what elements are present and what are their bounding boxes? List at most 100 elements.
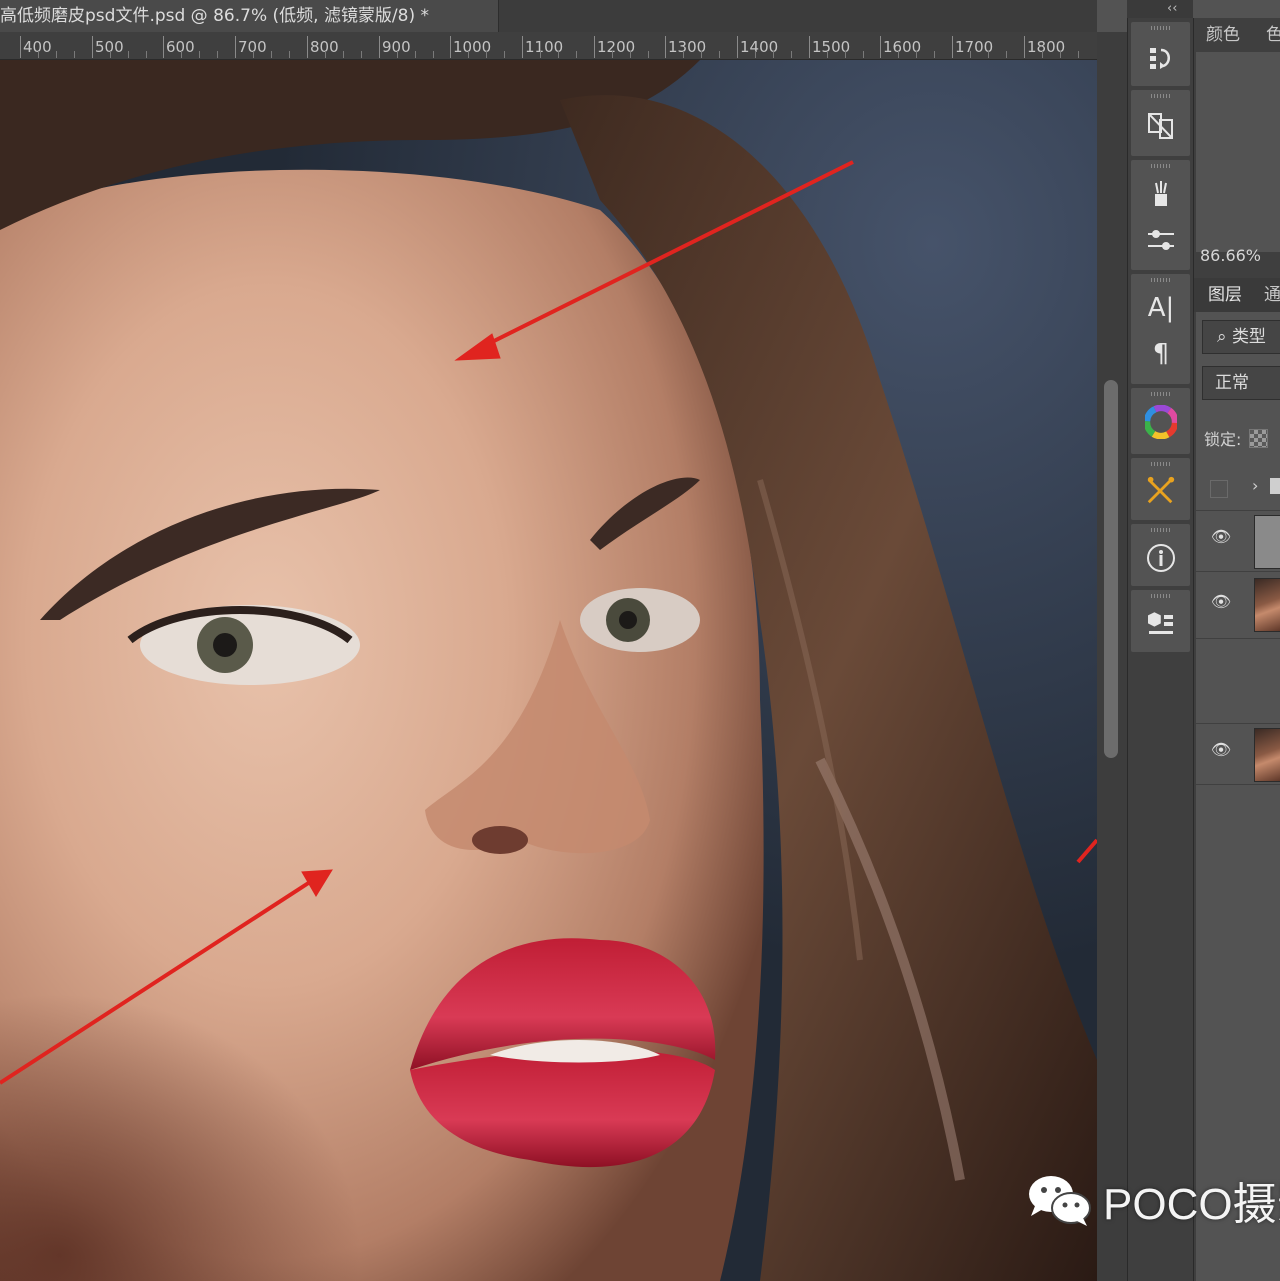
ruler-minor-tick — [289, 51, 290, 58]
grip-handle[interactable] — [1151, 26, 1171, 30]
ruler-major-tick — [880, 36, 881, 58]
properties-icon[interactable] — [1145, 110, 1177, 142]
ruler-minor-tick — [612, 51, 613, 58]
eye-icon[interactable]: 👁 — [1210, 592, 1232, 611]
ruler-major-tick — [20, 36, 21, 58]
chevron-right-icon[interactable]: › — [1252, 476, 1258, 495]
ruler-major-tick — [163, 36, 164, 58]
ruler-minor-tick — [683, 51, 684, 58]
layer-row-background[interactable]: 👁 — [1196, 724, 1280, 785]
layers-panel: ⌕ 类型 正常 锁定: › 👁 👁 👁 — [1196, 312, 1280, 1281]
layer-row-group[interactable]: › — [1196, 466, 1280, 511]
scrollbar-thumb[interactable] — [1104, 380, 1118, 758]
panel-icon-dock: A| ¶ — [1127, 18, 1194, 1281]
tab-layers[interactable]: 图层 — [1208, 278, 1242, 312]
dock-group-type: A| ¶ — [1131, 274, 1190, 384]
paragraph-icon[interactable]: ¶ — [1145, 338, 1177, 370]
ruler-minor-tick — [863, 51, 864, 58]
ruler-major-tick — [737, 36, 738, 58]
ruler-minor-tick — [433, 51, 434, 58]
color-wheel-icon[interactable] — [1145, 405, 1177, 439]
visibility-toggle-empty[interactable] — [1210, 480, 1228, 498]
layer-thumbnail — [1254, 728, 1280, 782]
ruler-major-tick — [952, 36, 953, 58]
watermark: POCO摄影 — [1025, 1168, 1280, 1232]
tab-channels[interactable]: 通 — [1264, 278, 1280, 312]
layer-row-low-frequency[interactable]: 👁 — [1196, 572, 1280, 639]
filter-label: 类型 — [1231, 327, 1266, 347]
grip-handle[interactable] — [1151, 528, 1171, 532]
ruler-minor-tick — [988, 51, 989, 58]
grip-handle[interactable] — [1151, 594, 1171, 598]
ruler-minor-tick — [361, 51, 362, 58]
ruler-minor-tick — [146, 51, 147, 58]
ruler-minor-tick — [199, 51, 200, 58]
ruler-minor-tick — [576, 51, 577, 58]
layer-row-high-frequency[interactable]: 👁 — [1196, 511, 1280, 572]
ruler-major-tick — [809, 36, 810, 58]
lock-row: 锁定: — [1204, 426, 1269, 450]
ruler-minor-tick — [271, 51, 272, 58]
blend-mode-dropdown[interactable]: 正常 — [1202, 366, 1280, 400]
brush-settings-icon[interactable] — [1145, 224, 1177, 256]
dock-group-history — [1131, 22, 1190, 86]
ruler-minor-tick — [38, 51, 39, 58]
dock-group-brushes — [1131, 160, 1190, 270]
lock-transparency-icon[interactable] — [1249, 429, 1269, 448]
layer-filter-dropdown[interactable]: ⌕ 类型 — [1202, 320, 1280, 354]
ruler-minor-tick — [701, 51, 702, 58]
grip-handle[interactable] — [1151, 94, 1171, 98]
tool-presets-icon[interactable] — [1145, 474, 1177, 506]
ruler-minor-tick — [110, 51, 111, 58]
ruler-minor-tick — [1078, 51, 1079, 58]
canvas[interactable] — [0, 60, 1097, 1281]
ruler-minor-tick — [1042, 51, 1043, 58]
ruler-minor-tick — [128, 51, 129, 58]
ruler-minor-tick — [540, 51, 541, 58]
vertical-scrollbar[interactable] — [1097, 32, 1127, 1281]
horizontal-ruler[interactable]: 400 500 600 700 800 900 1000 1100 1200 1300 1400 15… — [0, 32, 1097, 60]
watermark-text: POCO摄影 — [1103, 1180, 1280, 1229]
ruler-minor-tick — [486, 51, 487, 58]
dock-header — [1127, 0, 1193, 18]
ruler-minor-tick — [415, 51, 416, 58]
dock-group-color — [1131, 388, 1190, 454]
document-tab[interactable]: 高低频磨皮psd文件.psd @ 86.7% (低频, 滤镜蒙版/8) * — [0, 0, 499, 32]
grip-handle[interactable] — [1151, 164, 1171, 168]
tab-swatches[interactable]: 色 — [1266, 18, 1280, 52]
dock-group-properties — [1131, 90, 1190, 156]
ruler-minor-tick — [343, 51, 344, 58]
layers-tab-bar: 图层 通 — [1194, 278, 1280, 312]
navigator-zoom-value[interactable]: 86.66% — [1200, 246, 1261, 265]
grip-handle[interactable] — [1151, 392, 1171, 396]
ruler-minor-tick — [719, 51, 720, 58]
ruler-minor-tick — [791, 51, 792, 58]
layer-thumbnail — [1254, 578, 1280, 632]
dock-group-tool-presets — [1131, 458, 1190, 520]
character-icon[interactable]: A| — [1145, 292, 1177, 324]
3d-icon[interactable] — [1145, 608, 1177, 640]
eye-icon[interactable]: 👁 — [1210, 740, 1232, 759]
ruler-minor-tick — [773, 51, 774, 58]
info-icon[interactable] — [1145, 542, 1177, 574]
history-icon[interactable] — [1145, 42, 1177, 74]
ruler-minor-tick — [504, 51, 505, 58]
ruler-minor-tick — [1006, 51, 1007, 58]
collapse-dock-button[interactable]: ‹‹ — [1167, 1, 1177, 16]
search-icon: ⌕ — [1217, 327, 1227, 347]
grip-handle[interactable] — [1151, 278, 1171, 282]
layer-thumbnail — [1254, 515, 1280, 569]
ruler-minor-tick — [74, 51, 75, 58]
ruler-major-tick — [379, 36, 380, 58]
tab-color[interactable]: 颜色 — [1206, 18, 1240, 52]
eye-icon[interactable]: 👁 — [1210, 527, 1232, 546]
portrait-photo — [0, 60, 1097, 1281]
brush-icon[interactable] — [1145, 178, 1177, 210]
ruler-minor-tick — [970, 51, 971, 58]
ruler-major-tick — [665, 36, 666, 58]
dock-group-3d — [1131, 590, 1190, 652]
panels-column: 颜色 色 86.66% 图层 通 ⌕ 类型 正常 锁定: › 👁 👁 👁 — [1193, 18, 1280, 1281]
ruler-minor-tick — [181, 51, 182, 58]
grip-handle[interactable] — [1151, 462, 1171, 466]
wechat-logo-icon — [1029, 1176, 1091, 1226]
